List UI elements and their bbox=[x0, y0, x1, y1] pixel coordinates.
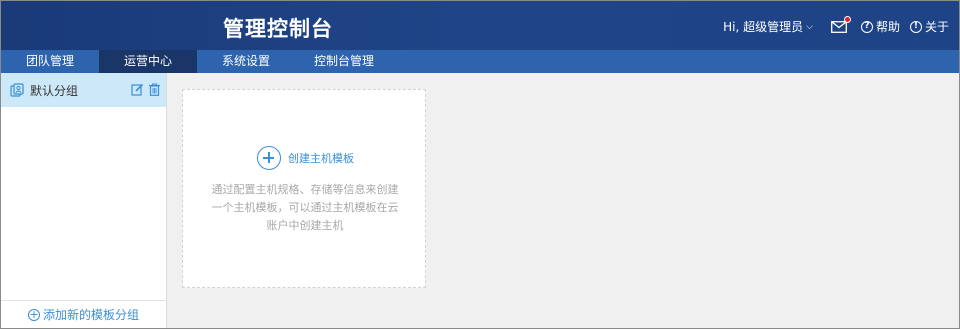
add-group-label: 添加新的模板分组 bbox=[42, 308, 139, 322]
app-title: 管理控制台 bbox=[223, 17, 333, 41]
user-menu[interactable]: Hi, 超级管理员 ⌵ bbox=[723, 18, 813, 35]
tab-operations-center[interactable]: 运营中心 bbox=[99, 50, 197, 73]
add-group-button[interactable]: + 添加新的模板分组 bbox=[1, 300, 166, 328]
top-header: 管理控制台 Hi, 超级管理员 ⌵ ? 帮助 ! 关于 bbox=[1, 1, 959, 50]
help-icon: ? bbox=[860, 20, 873, 33]
card-description-line: 通过配置主机规格、存储等信息来创建 bbox=[211, 183, 399, 196]
create-template-label: 创建主机模板 bbox=[288, 152, 354, 165]
sidebar: 默认分组 + 添加新的模板分组 bbox=[1, 73, 167, 328]
info-icon: ! bbox=[909, 20, 922, 33]
add-circle-icon bbox=[257, 146, 281, 170]
delete-icon[interactable] bbox=[148, 83, 161, 99]
help-link[interactable]: ? 帮助 bbox=[860, 18, 900, 35]
header-actions: Hi, 超级管理员 ⌵ ? 帮助 ! 关于 bbox=[723, 15, 949, 35]
card-description: 通过配置主机规格、存储等信息来创建 一个主机模板，可以通过主机模板在云 账户中创… bbox=[211, 181, 399, 235]
create-template-card: 创建主机模板 通过配置主机规格、存储等信息来创建 一个主机模板，可以通过主机模板… bbox=[182, 89, 426, 288]
main-nav: 团队管理 运营中心 系统设置 控制台管理 bbox=[1, 50, 959, 73]
edit-icon[interactable] bbox=[131, 83, 144, 99]
chevron-down-icon: ⌵ bbox=[806, 21, 813, 32]
tab-system-settings[interactable]: 系统设置 bbox=[197, 50, 295, 73]
group-actions bbox=[127, 83, 161, 99]
card-description-line: 一个主机模板，可以通过主机模板在云 bbox=[211, 201, 399, 214]
plus-circle-icon: + bbox=[27, 307, 40, 321]
sidebar-item-default-group[interactable]: 默认分组 bbox=[1, 73, 166, 107]
user-greeting: Hi, 超级管理员 bbox=[723, 20, 804, 34]
create-template-button[interactable]: 创建主机模板 bbox=[257, 146, 354, 170]
card-description-line: 账户中创建主机 bbox=[266, 219, 344, 232]
notification-badge bbox=[843, 15, 851, 23]
mail-icon[interactable] bbox=[831, 15, 851, 33]
tab-console-management[interactable]: 控制台管理 bbox=[295, 50, 393, 73]
sidebar-item-label: 默认分组 bbox=[30, 83, 79, 98]
help-label: 帮助 bbox=[875, 20, 900, 34]
tab-team-management[interactable]: 团队管理 bbox=[1, 50, 99, 73]
about-link[interactable]: ! 关于 bbox=[909, 18, 949, 35]
about-label: 关于 bbox=[924, 20, 949, 34]
group-icon bbox=[10, 83, 24, 97]
